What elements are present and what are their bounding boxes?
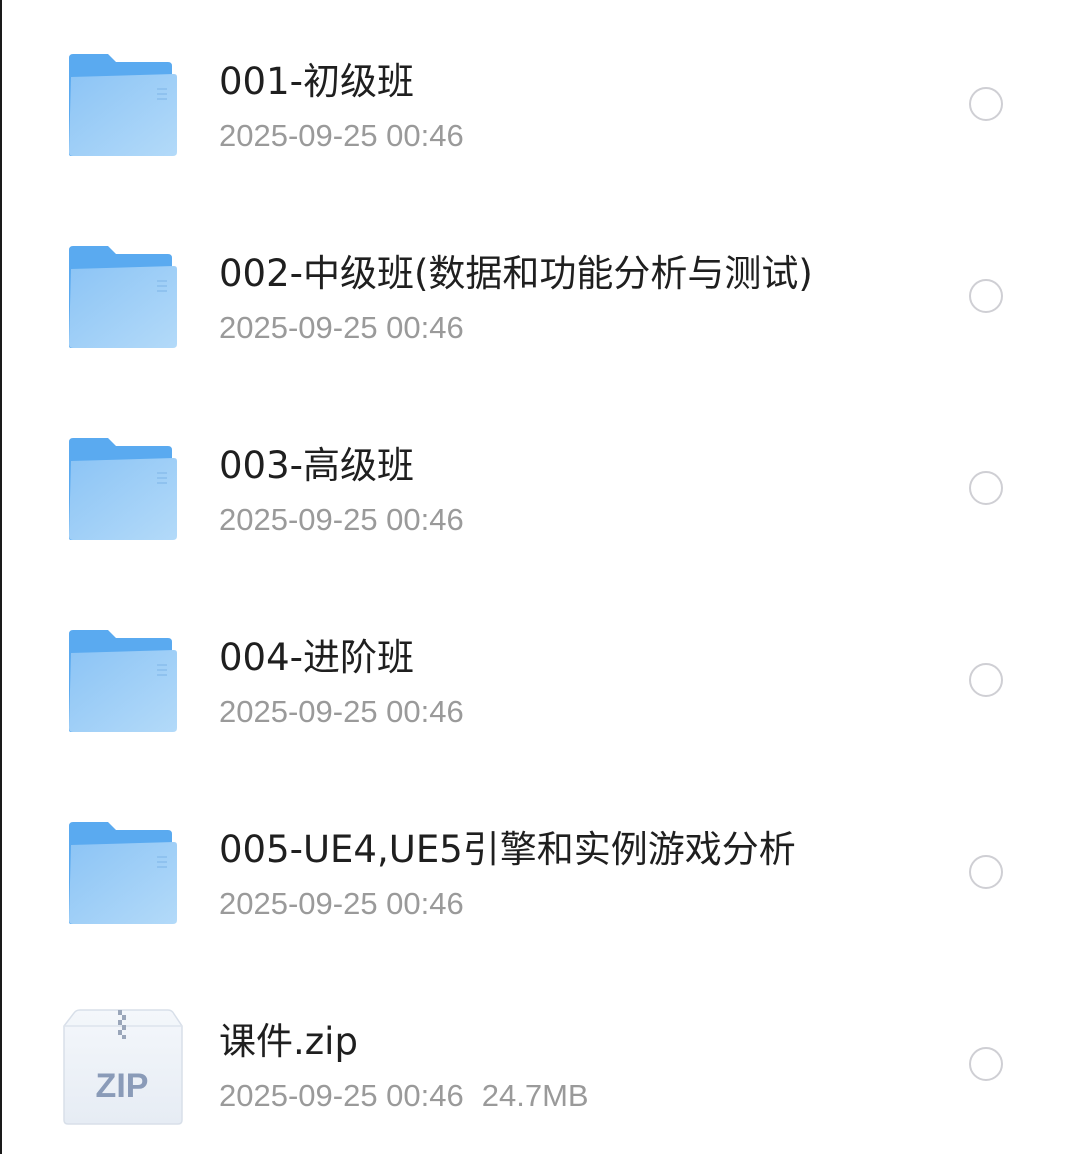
select-radio[interactable] — [969, 87, 1003, 121]
list-item[interactable]: 004-进阶班 2025-09-25 00:46 — [2, 576, 1079, 768]
list-item[interactable]: 002-中级班(数据和功能分析与测试) 2025-09-25 00:46 — [2, 192, 1079, 384]
zip-icon-label: ZIP — [96, 1067, 149, 1105]
folder-icon — [62, 44, 186, 168]
file-name: 003-高级班 — [219, 444, 414, 487]
folder-icon — [62, 620, 186, 744]
list-item[interactable]: 005-UE4,UE5引擎和实例游戏分析 2025-09-25 00:46 — [2, 768, 1079, 960]
file-name: 004-进阶班 — [219, 636, 414, 679]
folder-icon — [62, 236, 186, 360]
file-size: 24.7MB — [481, 1078, 589, 1113]
modified-date: 2025-09-25 00:46 — [219, 502, 464, 537]
select-radio[interactable] — [969, 1047, 1003, 1081]
file-browser: 001-初级班 2025-09-25 00:46 002-中级班(数据和功能分析… — [0, 0, 1079, 1154]
folder-icon — [62, 812, 186, 936]
file-meta: 2025-09-25 00:46 — [219, 884, 464, 924]
file-name: 001-初级班 — [219, 60, 414, 103]
modified-date: 2025-09-25 00:46 — [219, 886, 464, 921]
file-meta: 2025-09-25 00:46 — [219, 500, 464, 540]
list-item[interactable]: 001-初级班 2025-09-25 00:46 — [2, 0, 1079, 192]
list-item[interactable]: ZIP 课件.zip 2025-09-25 00:46 24.7MB — [2, 960, 1079, 1152]
file-list: 001-初级班 2025-09-25 00:46 002-中级班(数据和功能分析… — [2, 0, 1079, 1152]
list-item[interactable]: 003-高级班 2025-09-25 00:46 — [2, 384, 1079, 576]
file-meta: 2025-09-25 00:46 — [219, 308, 464, 348]
select-radio[interactable] — [969, 855, 1003, 889]
modified-date: 2025-09-25 00:46 — [219, 1078, 464, 1113]
file-name: 005-UE4,UE5引擎和实例游戏分析 — [219, 828, 796, 871]
modified-date: 2025-09-25 00:46 — [219, 310, 464, 345]
file-name: 002-中级班(数据和功能分析与测试) — [219, 252, 813, 295]
file-meta: 2025-09-25 00:46 — [219, 692, 464, 732]
zip-file-icon: ZIP — [62, 1004, 186, 1128]
select-radio[interactable] — [969, 471, 1003, 505]
modified-date: 2025-09-25 00:46 — [219, 694, 464, 729]
select-radio[interactable] — [969, 663, 1003, 697]
folder-icon — [62, 428, 186, 552]
select-radio[interactable] — [969, 279, 1003, 313]
file-meta: 2025-09-25 00:46 — [219, 116, 464, 156]
modified-date: 2025-09-25 00:46 — [219, 118, 464, 153]
file-meta: 2025-09-25 00:46 24.7MB — [219, 1076, 589, 1116]
file-name: 课件.zip — [219, 1020, 358, 1063]
